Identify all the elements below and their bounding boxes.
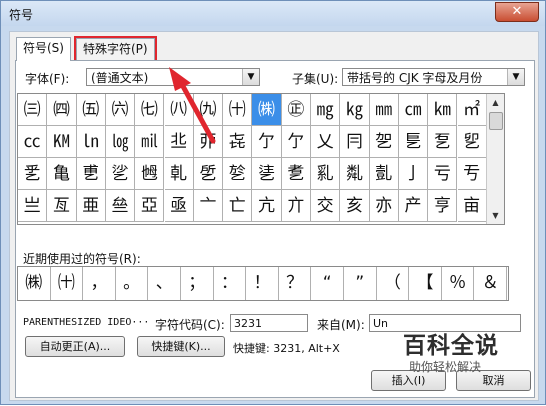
tab-symbols[interactable]: 符号(S) <box>16 37 71 61</box>
watermark-title: 百科全说 <box>403 333 499 359</box>
watermark: 百科全说 助你轻松解决 <box>381 324 521 379</box>
watermark-subtitle: 助你轻松解决 <box>409 360 482 374</box>
symbol-dialog: 符号 ✕ 符号(S) 特殊字符(P) 字体(F): (普通文本) ▼ 子集(U)… <box>0 0 546 405</box>
